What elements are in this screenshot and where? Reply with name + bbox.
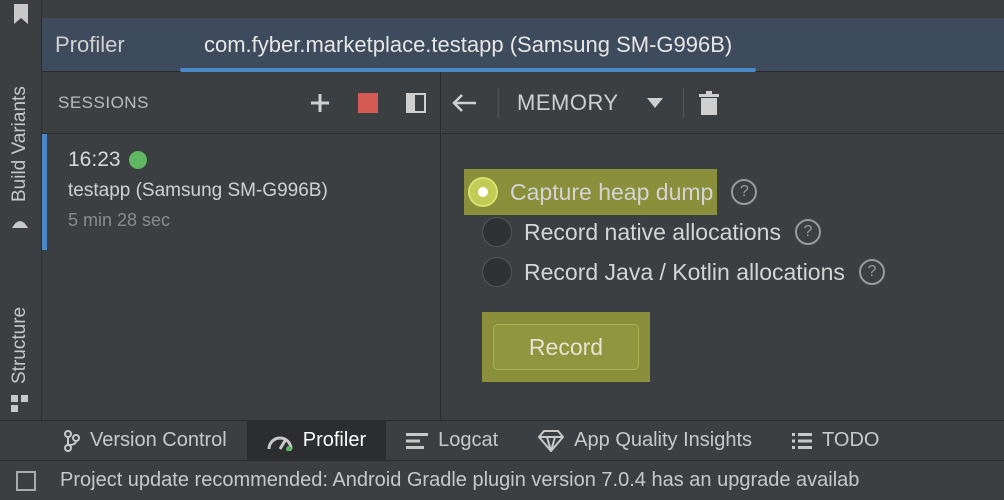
session-time-row: 16:23 [68, 148, 440, 172]
tool-window-bar: Version Control Profiler Logcat App Qual… [0, 420, 1004, 461]
tab-logcat[interactable]: Logcat [386, 421, 518, 461]
memory-options: Capture heap dump ? Record native alloca… [442, 134, 1004, 292]
tab-todo[interactable]: TODO [772, 421, 899, 461]
option-label: Capture heap dump [510, 178, 714, 205]
session-tab[interactable]: com.fyber.marketplace.testapp (Samsung S… [180, 18, 757, 72]
add-session-button[interactable] [308, 91, 332, 115]
radio-selected[interactable] [468, 177, 498, 207]
chevron-down-icon [646, 97, 663, 108]
tab-profiler[interactable]: Profiler [246, 420, 387, 461]
help-icon[interactable]: ? [794, 219, 821, 245]
option-record-java-kotlin[interactable]: Record Java / Kotlin allocations ? [464, 252, 1004, 292]
tab-label: TODO [822, 429, 880, 451]
tab-version-control[interactable]: Version Control [0, 421, 247, 461]
structure-tab[interactable]: Structure [9, 307, 31, 412]
build-variants-tab[interactable]: Build Variants [9, 86, 31, 232]
top-strip [42, 0, 1004, 18]
branch-icon [64, 429, 80, 452]
radio-unselected[interactable] [482, 257, 512, 287]
structure-icon [11, 395, 28, 412]
live-status-icon [128, 151, 147, 169]
back-button[interactable] [442, 93, 488, 113]
plus-icon [311, 93, 329, 112]
status-bar: Project update recommended: Android Grad… [0, 460, 1004, 500]
panel-toggle-icon [406, 92, 426, 113]
tool-window-title: Profiler [55, 31, 125, 57]
structure-label: Structure [9, 306, 30, 384]
build-variants-label: Build Variants [9, 86, 30, 202]
session-name: testapp (Samsung SM-G996B) [68, 180, 328, 201]
tab-label: Logcat [438, 429, 499, 451]
list-icon [406, 432, 429, 449]
record-highlight: Record [482, 312, 650, 382]
trash-icon [698, 90, 719, 115]
help-icon[interactable]: ? [858, 259, 885, 285]
gauge-icon [267, 436, 293, 451]
status-message[interactable]: Project update recommended: Android Grad… [60, 469, 859, 492]
option-label: Record native allocations [524, 218, 781, 245]
memory-panel: MEMORY Capture heap dump ? Record native… [442, 72, 1004, 420]
session-tab-label: com.fyber.marketplace.testapp (Samsung S… [204, 31, 733, 57]
arrow-left-icon [452, 93, 476, 112]
option-capture-heap-dump[interactable]: Capture heap dump ? [464, 169, 1004, 215]
tab-label: App Quality Insights [574, 429, 753, 451]
toolbar-separator [682, 87, 684, 118]
diamond-icon [538, 429, 565, 452]
toolbar-separator [498, 87, 499, 118]
todo-icon [792, 432, 813, 449]
memory-toolbar: MEMORY [442, 72, 1004, 134]
android-icon [12, 221, 28, 228]
record-button[interactable]: Record [493, 324, 639, 370]
tab-app-quality-insights[interactable]: App Quality Insights [518, 421, 772, 461]
tool-windows-toggle-icon[interactable] [16, 470, 36, 491]
tab-label: Profiler [302, 429, 367, 451]
tab-underline [180, 67, 757, 72]
profiler-type-dropdown[interactable]: MEMORY [509, 90, 673, 116]
tab-label: Version Control [90, 429, 227, 451]
profiler-titlebar: Profiler com.fyber.marketplace.testapp (… [42, 18, 1004, 72]
profiler-type-label: MEMORY [517, 89, 619, 115]
bookmark-icon[interactable] [12, 4, 30, 26]
stop-icon [358, 92, 378, 113]
left-tool-strip: Build Variants Structure [0, 0, 42, 420]
option-record-native[interactable]: Record native allocations ? [464, 212, 1004, 252]
stop-session-button[interactable] [356, 91, 380, 115]
sessions-title: SESSIONS [58, 92, 149, 112]
delete-button[interactable] [694, 90, 724, 115]
session-time: 16:23 [68, 148, 121, 171]
collapse-panel-button[interactable] [404, 91, 428, 115]
session-duration: 5 min 28 sec [68, 210, 171, 230]
session-list-item[interactable]: 16:23 testapp (Samsung SM-G996B) 5 min 2… [42, 134, 440, 250]
sessions-panel: SESSIONS 16:23 testapp (Samsung SM-G996B… [42, 72, 441, 420]
radio-unselected[interactable] [482, 217, 512, 247]
selected-indicator [42, 134, 47, 250]
option-label: Record Java / Kotlin allocations [524, 258, 845, 285]
option-highlight: Capture heap dump [464, 169, 718, 215]
sessions-header: SESSIONS [42, 72, 440, 134]
help-icon[interactable]: ? [731, 179, 758, 205]
